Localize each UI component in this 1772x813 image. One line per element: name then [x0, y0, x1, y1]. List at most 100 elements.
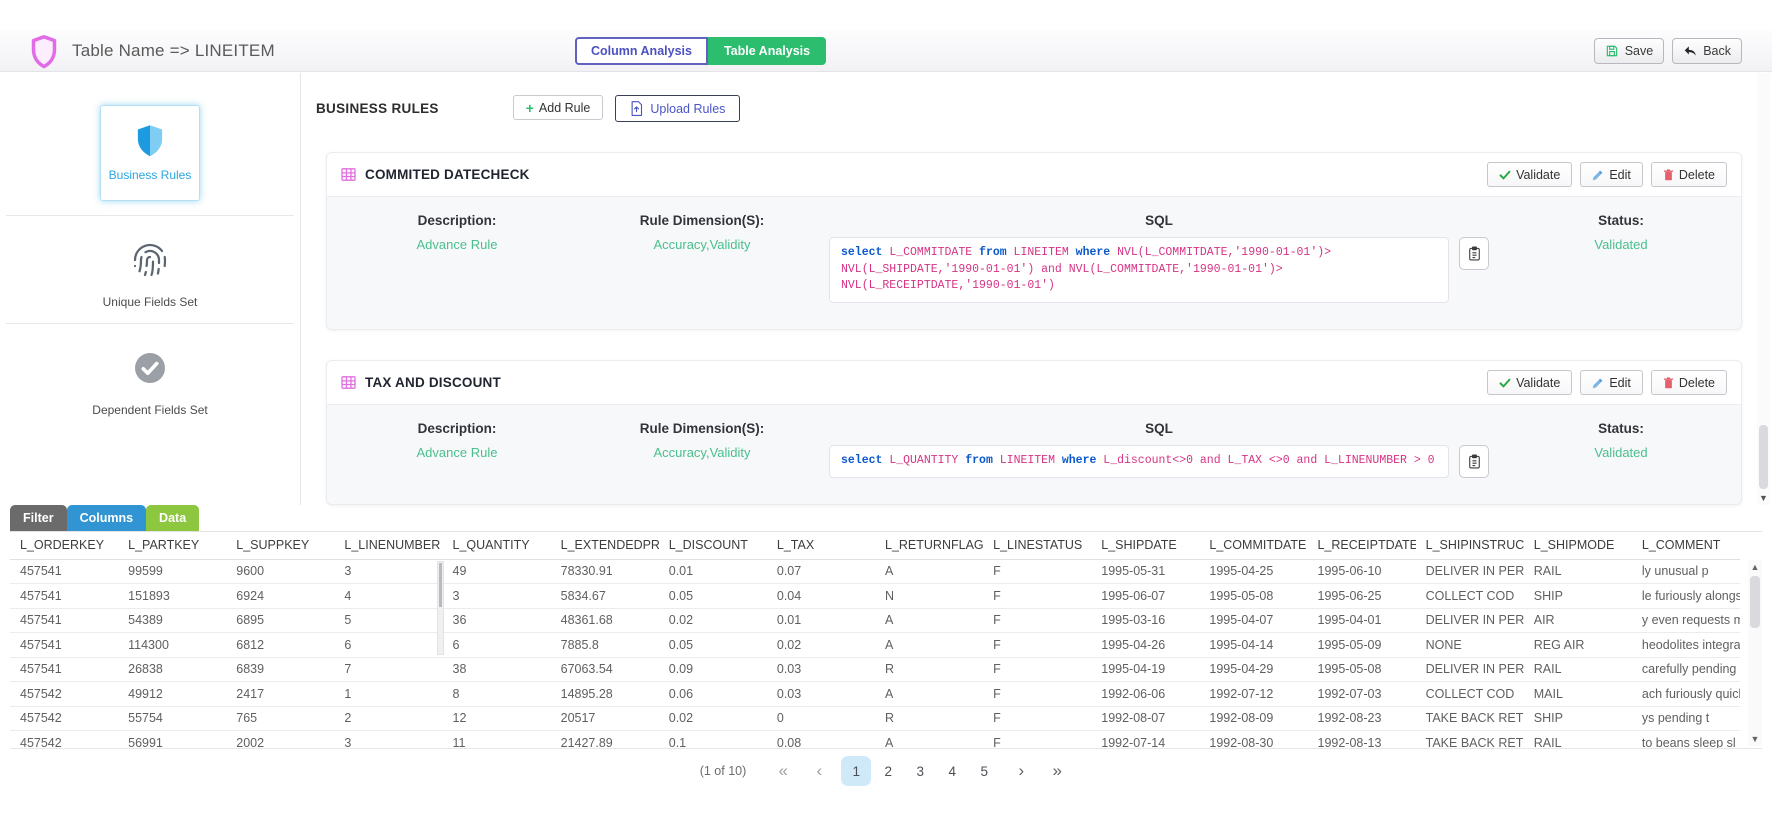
panel-scrollbar[interactable]: ▼ [1757, 73, 1770, 505]
table-scrollbar[interactable]: ▲ ▼ [1748, 560, 1762, 746]
copy-sql-button[interactable] [1459, 237, 1489, 270]
sql-label: SQL [829, 213, 1489, 228]
sql-token: where [1076, 246, 1111, 259]
table-cell: 54389 [118, 608, 226, 633]
scrollbar-thumb[interactable] [1750, 576, 1760, 628]
table-cell: 0.07 [767, 559, 875, 584]
column-header[interactable]: L_LINESTATUS [983, 532, 1091, 559]
page-button-2[interactable]: 2 [873, 756, 903, 786]
column-header[interactable]: L_QUANTITY [443, 532, 551, 559]
table-cell: 3 [334, 731, 442, 750]
frozen-pane-scrollbar[interactable] [437, 561, 444, 655]
table-cell: 0.03 [767, 657, 875, 682]
tab-column-analysis[interactable]: Column Analysis [575, 37, 708, 65]
column-header[interactable]: L_COMMENT [1632, 532, 1740, 559]
column-header[interactable]: L_DISCOUNT [659, 532, 767, 559]
table-cell: 457541 [10, 657, 118, 682]
table-row[interactable]: 45754199599960034978330.910.010.07AF1995… [10, 559, 1740, 584]
table-row[interactable]: 4575411143006812667885.80.050.02AF1995-0… [10, 633, 1740, 658]
sidebar-item-dependent-fields-set[interactable]: Dependent Fields Set [0, 324, 300, 417]
column-header[interactable]: L_RECEIPTDATE [1308, 532, 1416, 559]
page-button-5[interactable]: 5 [969, 756, 999, 786]
column-header[interactable]: L_TAX [767, 532, 875, 559]
column-header[interactable]: L_SHIPMODE [1524, 532, 1632, 559]
add-rule-button[interactable]: + Add Rule [513, 95, 604, 120]
table-cell: 457541 [10, 633, 118, 658]
upload-rules-button[interactable]: Upload Rules [615, 95, 740, 122]
table-cell: 1992-08-09 [1199, 706, 1307, 731]
column-header[interactable]: L_LINENUMBER [334, 532, 442, 559]
column-header[interactable]: L_SHIPINSTRUCT [1416, 532, 1524, 559]
scrollbar-thumb[interactable] [439, 563, 442, 607]
page-button-4[interactable]: 4 [937, 756, 967, 786]
table-cell: 0.04 [767, 584, 875, 609]
edit-button[interactable]: Edit [1580, 162, 1643, 187]
table-cell: 0.1 [659, 731, 767, 750]
table-row[interactable]: 4575411518936924435834.670.050.04NF1995-… [10, 584, 1740, 609]
tab-data[interactable]: Data [146, 505, 199, 531]
upper-section: Business Rules [0, 73, 1772, 505]
check-icon [1499, 169, 1511, 181]
column-header[interactable]: L_PARTKEY [118, 532, 226, 559]
table-cell: 0.01 [767, 608, 875, 633]
table-row[interactable]: 45754154389689553648361.680.020.01AF1995… [10, 608, 1740, 633]
prev-page-button[interactable]: ‹ [804, 756, 834, 786]
table-cell: A [875, 608, 983, 633]
next-page-button[interactable]: › [1006, 756, 1036, 786]
edit-button[interactable]: Edit [1580, 370, 1643, 395]
table-row[interactable]: 4575424991224171814895.280.060.03AF1992-… [10, 682, 1740, 707]
table-row[interactable]: 45754255754765212205170.020RF1992-08-071… [10, 706, 1740, 731]
scroll-down-icon[interactable]: ▼ [1748, 732, 1762, 746]
first-page-button[interactable]: « [768, 756, 798, 786]
column-header[interactable]: L_ORDERKEY [10, 532, 118, 559]
back-arrow-icon [1683, 44, 1697, 58]
table-cell: 7 [334, 657, 442, 682]
rules-panel-buttons: + Add Rule Upload Rules [513, 95, 741, 122]
column-header[interactable]: L_SUPPKEY [226, 532, 334, 559]
table-cell: NONE [1416, 633, 1524, 658]
back-button[interactable]: Back [1672, 38, 1742, 64]
table-cell: 21427.89 [551, 731, 659, 750]
table-cell: 1995-05-08 [1308, 657, 1416, 682]
delete-button[interactable]: Delete [1651, 370, 1727, 395]
tab-filter[interactable]: Filter [10, 505, 67, 531]
table-cell: 49912 [118, 682, 226, 707]
table-cell: 5834.67 [551, 584, 659, 609]
scroll-up-icon[interactable]: ▲ [1748, 560, 1762, 574]
last-page-button[interactable]: » [1042, 756, 1072, 786]
pencil-icon [1592, 169, 1604, 181]
copy-sql-button[interactable] [1459, 445, 1489, 478]
table-cell: SHIP [1524, 706, 1632, 731]
tab-columns[interactable]: Columns [67, 505, 146, 531]
dimensions-value: Accuracy,Validity [587, 445, 817, 460]
column-header[interactable]: L_COMMITDATE [1199, 532, 1307, 559]
delete-button[interactable]: Delete [1651, 162, 1727, 187]
table-cell: carefully pending p [1632, 657, 1740, 682]
table-cell: 1992-06-06 [1091, 682, 1199, 707]
column-header[interactable]: L_EXTENDEDPRICI [551, 532, 659, 559]
table-row[interactable]: 45754126838683973867063.540.090.03RF1995… [10, 657, 1740, 682]
page-button-3[interactable]: 3 [905, 756, 935, 786]
page-button-1[interactable]: 1 [841, 756, 871, 786]
tab-table-analysis[interactable]: Table Analysis [708, 37, 826, 65]
validate-button[interactable]: Validate [1487, 370, 1572, 395]
table-cell: 457542 [10, 706, 118, 731]
back-button-label: Back [1703, 44, 1731, 58]
save-button[interactable]: Save [1594, 38, 1665, 64]
sidebar-item-unique-fields-set[interactable]: Unique Fields Set [0, 216, 300, 309]
sidebar-item-business-rules[interactable]: Business Rules [100, 105, 200, 201]
column-header[interactable]: L_RETURNFLAG [875, 532, 983, 559]
app-logo-shield-icon [30, 34, 58, 68]
column-header[interactable]: L_SHIPDATE [1091, 532, 1199, 559]
rule-card-header: TAX AND DISCOUNT Validate Ed [327, 361, 1741, 404]
data-table: L_ORDERKEYL_PARTKEYL_SUPPKEYL_LINENUMBER… [10, 532, 1740, 749]
clipboard-icon [1468, 454, 1481, 469]
save-icon [1605, 44, 1619, 58]
validate-button[interactable]: Validate [1487, 162, 1572, 187]
table-cell: SHIP [1524, 584, 1632, 609]
table-row[interactable]: 45754256991200231121427.890.10.08AF1992-… [10, 731, 1740, 750]
table-cell: 78330.91 [551, 559, 659, 584]
table-cell: 26838 [118, 657, 226, 682]
scrollbar-thumb[interactable] [1759, 425, 1768, 489]
scroll-down-icon[interactable]: ▼ [1757, 491, 1770, 505]
